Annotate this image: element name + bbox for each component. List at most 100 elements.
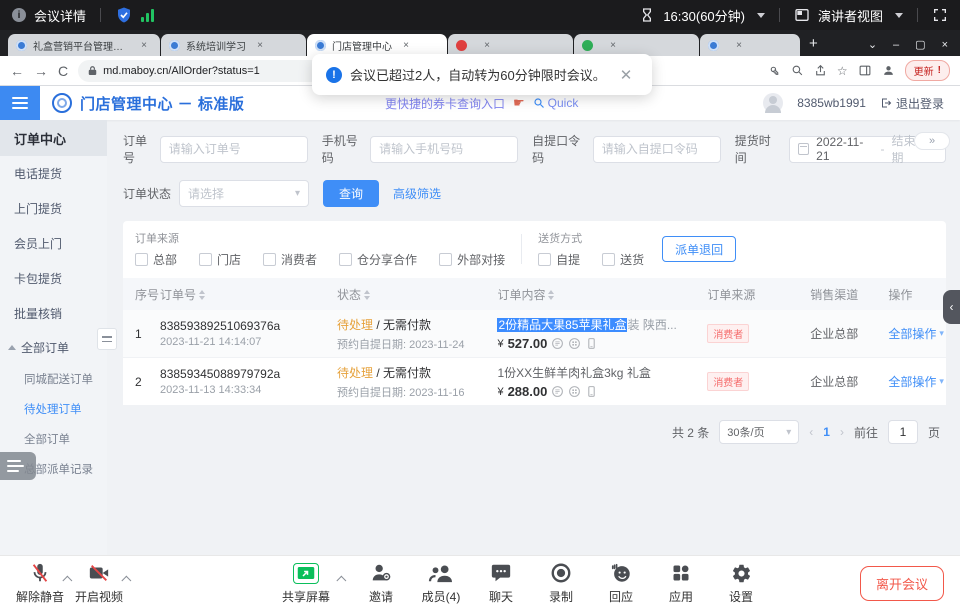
sort-icon[interactable]: [548, 290, 554, 300]
logout-button[interactable]: 退出登录: [880, 95, 944, 112]
members-button[interactable]: 成员(4): [415, 561, 467, 605]
tab-close-icon[interactable]: ×: [252, 40, 268, 51]
start-video-button[interactable]: 开启视频: [73, 561, 125, 605]
window-menu-icon[interactable]: ⌄: [868, 38, 877, 51]
advanced-filter-link[interactable]: 高级筛选: [393, 185, 441, 202]
checkbox-hq[interactable]: 总部: [135, 251, 177, 268]
col-status[interactable]: 状态: [337, 286, 497, 303]
tab-close-icon[interactable]: ×: [479, 40, 495, 51]
dispatch-return-button[interactable]: 派单退回: [662, 236, 736, 262]
phone-icon[interactable]: [585, 337, 598, 350]
all-actions-dropdown[interactable]: 全部操作▾: [888, 373, 946, 390]
view-dropdown-icon[interactable]: [895, 13, 903, 18]
share-icon[interactable]: [814, 64, 827, 77]
table-row[interactable]: 2 83859345088979792a2023-11-13 14:33:34 …: [123, 358, 946, 406]
col-order-no[interactable]: 订单号: [160, 286, 337, 303]
all-actions-dropdown[interactable]: 全部操作▾: [888, 325, 946, 342]
security-shield-icon[interactable]: [115, 6, 133, 24]
sidebar-collapse-handle[interactable]: [97, 328, 117, 350]
view-mode-label[interactable]: 演讲者视图: [818, 6, 883, 25]
profile-icon[interactable]: [882, 64, 895, 77]
leave-meeting-button[interactable]: 离开会议: [860, 566, 944, 601]
col-content[interactable]: 订单内容: [497, 286, 707, 303]
order-status-select[interactable]: 请选择 ▾: [179, 180, 309, 207]
sort-icon[interactable]: [364, 290, 370, 300]
prev-page-button[interactable]: ‹: [809, 425, 813, 439]
window-maximize-icon[interactable]: ▢: [915, 38, 925, 51]
sidebar-item-city-delivery-orders[interactable]: 同城配送订单: [0, 364, 107, 394]
current-page[interactable]: 1: [823, 425, 830, 439]
window-close-icon[interactable]: ×: [942, 39, 948, 51]
checkbox-delivery[interactable]: 送货: [602, 251, 644, 268]
checkbox-self-pickup[interactable]: 自提: [538, 251, 580, 268]
browser-tab-4[interactable]: ×: [448, 34, 573, 56]
qrcode-icon[interactable]: [568, 385, 581, 398]
checkbox-consumer[interactable]: 消费者: [263, 251, 317, 268]
chrome-update-button[interactable]: 更新!: [905, 60, 950, 81]
browser-tab-3-active[interactable]: 门店管理中心 ×: [307, 34, 447, 56]
timer-dropdown-icon[interactable]: [757, 13, 765, 18]
sidebar-item-door-pickup[interactable]: 上门提货: [0, 191, 107, 226]
window-minimize-icon[interactable]: –: [893, 39, 899, 51]
record-button[interactable]: 录制: [535, 561, 587, 605]
sidebar-item-batch-verify[interactable]: 批量核销: [0, 296, 107, 331]
network-signal-icon[interactable]: [141, 8, 154, 22]
user-avatar[interactable]: [763, 93, 783, 113]
zoom-icon[interactable]: [791, 64, 804, 77]
invite-button[interactable]: 邀请: [355, 561, 407, 605]
meeting-panel-handle[interactable]: ‹: [943, 290, 960, 324]
back-icon[interactable]: ←: [10, 63, 24, 79]
coupon-entry-link[interactable]: 更快捷的券卡查询入口: [385, 95, 505, 112]
settings-button[interactable]: 设置: [715, 561, 767, 605]
qrcode-icon[interactable]: [568, 337, 581, 350]
fullscreen-icon[interactable]: [932, 7, 948, 23]
browser-tab-6[interactable]: ×: [700, 34, 800, 56]
checkbox-external[interactable]: 外部对接: [439, 251, 505, 268]
quick-search-link[interactable]: Quick: [533, 96, 579, 110]
browser-tab-5[interactable]: ×: [574, 34, 699, 56]
meeting-details-label[interactable]: 会议详情: [34, 6, 86, 25]
toast-close-icon[interactable]: ✕: [620, 66, 633, 84]
sort-icon[interactable]: [199, 290, 205, 300]
floating-list-button[interactable]: [0, 452, 36, 480]
table-row[interactable]: 1 83859389251069376a2023-11-21 14:14:07 …: [123, 310, 946, 358]
new-tab-button[interactable]: +: [809, 35, 818, 52]
receipt-icon[interactable]: [551, 337, 564, 350]
sidebar-item-pending-orders[interactable]: 待处理订单: [0, 394, 107, 424]
tab-close-icon[interactable]: ×: [398, 40, 414, 51]
refresh-icon[interactable]: C: [58, 63, 68, 79]
share-options-caret[interactable]: [336, 576, 346, 586]
checkbox-store[interactable]: 门店: [199, 251, 241, 268]
browser-tab-1[interactable]: 礼盒营销平台管理中心 ×: [8, 34, 160, 56]
sidebar-group-all-orders[interactable]: 全部订单: [0, 331, 107, 364]
tab-close-icon[interactable]: ×: [136, 40, 152, 51]
goto-page-input[interactable]: [888, 420, 918, 444]
apps-button[interactable]: 应用: [655, 561, 707, 605]
unmute-button[interactable]: 解除静音: [14, 561, 66, 605]
bookmark-star-icon[interactable]: ☆: [837, 64, 848, 78]
sidebar-item-phone-pickup[interactable]: 电话提货: [0, 156, 107, 191]
checkbox-warehouse-share[interactable]: 仓分享合作: [339, 251, 417, 268]
expand-filters-button[interactable]: »: [914, 132, 950, 150]
next-page-button[interactable]: ›: [840, 425, 844, 439]
forward-icon[interactable]: →: [34, 63, 48, 79]
tab-close-icon[interactable]: ×: [605, 40, 621, 51]
sidebar-item-card-pickup[interactable]: 卡包提货: [0, 261, 107, 296]
start-date-value[interactable]: 2022-11-21: [816, 135, 873, 163]
share-screen-button[interactable]: 共享屏幕: [280, 561, 332, 605]
receipt-icon[interactable]: [551, 385, 564, 398]
menu-hamburger-button[interactable]: [0, 86, 40, 120]
phone-icon[interactable]: [585, 385, 598, 398]
chat-button[interactable]: 聊天: [475, 561, 527, 605]
page-size-select[interactable]: 30条/页▾: [719, 420, 799, 444]
browser-tab-2[interactable]: 系统培训学习 ×: [161, 34, 306, 56]
order-no-input[interactable]: [160, 136, 308, 163]
tab-close-icon[interactable]: ×: [731, 40, 747, 51]
side-panel-icon[interactable]: [858, 64, 872, 77]
search-button[interactable]: 查询: [323, 180, 379, 207]
pickup-code-input[interactable]: [593, 136, 721, 163]
sidebar-item-member-visit[interactable]: 会员上门: [0, 226, 107, 261]
sidebar-item-all-orders[interactable]: 全部订单: [0, 424, 107, 454]
password-key-icon[interactable]: [768, 64, 781, 77]
reactions-button[interactable]: 回应: [595, 561, 647, 605]
